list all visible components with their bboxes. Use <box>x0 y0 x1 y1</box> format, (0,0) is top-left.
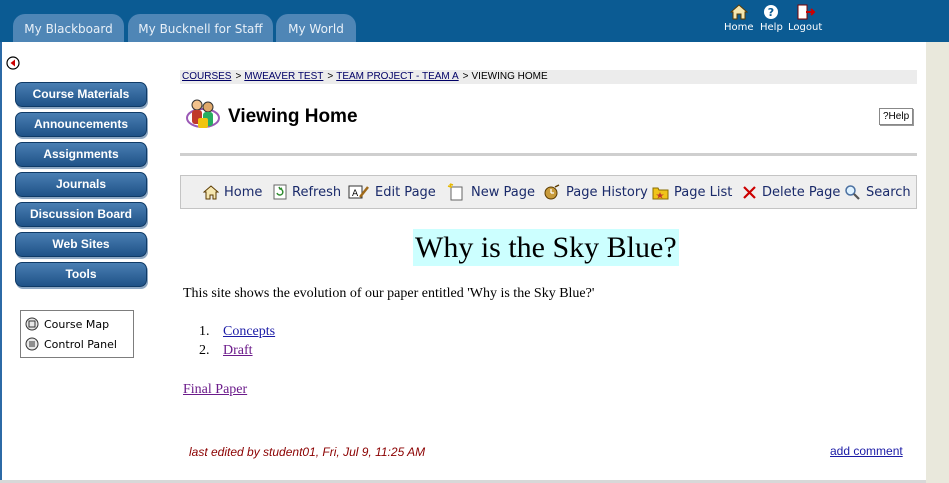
team-people-icon <box>186 99 220 128</box>
page-link-list: 1. Concepts 2. Draft <box>199 324 275 362</box>
wiki-refresh-label: Refresh <box>292 184 342 200</box>
breadcrumb: COURSES > MWEAVER TEST > TEAM PROJECT - TEAM… <box>180 70 917 84</box>
list-item-number: 2. <box>199 343 210 358</box>
nav-discussion-board-button[interactable]: Discussion Board <box>15 202 147 227</box>
nav-journals-button[interactable]: Journals <box>15 172 147 197</box>
home-icon <box>729 4 748 20</box>
wiki-home-label: Home <box>224 184 263 200</box>
wiki-page-list-button[interactable]: Page List <box>652 176 732 208</box>
course-map-icon <box>25 317 39 331</box>
help-icon: ? <box>764 5 779 19</box>
wiki-new-page-button[interactable]: New Page <box>446 176 535 208</box>
page-list-icon <box>652 187 669 199</box>
concepts-link[interactable]: Concepts <box>223 324 275 343</box>
nav-assignments-button[interactable]: Assignments <box>15 142 147 167</box>
collapse-menu-icon[interactable] <box>6 56 20 70</box>
top-home-link[interactable]: Home <box>724 4 754 33</box>
breadcrumb-current: VIEWING HOME <box>471 71 548 82</box>
svg-text:A: A <box>352 189 359 199</box>
tab-my-blackboard[interactable]: My Blackboard <box>13 14 124 42</box>
breadcrumb-course[interactable]: MWEAVER TEST <box>244 71 323 82</box>
svg-text:?: ? <box>768 6 774 19</box>
breadcrumb-courses[interactable]: COURSES <box>182 71 231 82</box>
intro-text: This site shows the evolution of our pap… <box>183 286 595 301</box>
final-paper-link[interactable]: Final Paper <box>183 382 247 398</box>
control-panel-label: Control Panel <box>44 337 117 351</box>
frame-right-border <box>926 42 949 483</box>
last-edited-info: last edited by student01, Fri, Jul 9, 11… <box>189 445 426 459</box>
wiki-refresh-button[interactable]: Refresh <box>273 176 341 208</box>
nav-announcements-button[interactable]: Announcements <box>15 112 147 137</box>
tab-my-world[interactable]: My World <box>276 14 356 42</box>
search-icon <box>845 185 860 200</box>
new-page-icon <box>447 183 463 201</box>
wiki-page-history-button[interactable]: Page History <box>543 176 648 208</box>
course-map-link[interactable]: Course Map <box>21 314 133 334</box>
list-item: 1. Concepts <box>199 324 275 343</box>
tab-my-bucknell-for-staff[interactable]: My Bucknell for Staff <box>128 14 273 42</box>
delete-icon <box>743 185 756 199</box>
logout-icon <box>797 4 816 20</box>
page-headline: Why is the Sky Blue? <box>413 229 679 266</box>
wiki-page-list-label: Page List <box>674 184 733 200</box>
control-panel-link[interactable]: Control Panel <box>21 334 133 354</box>
page-title: Viewing Home <box>228 106 358 127</box>
draft-link[interactable]: Draft <box>223 343 253 362</box>
wiki-home-button[interactable]: Home <box>203 176 262 208</box>
help-button[interactable]: ?Help <box>879 108 914 125</box>
refresh-icon <box>273 184 287 200</box>
control-panel-icon <box>25 337 39 351</box>
course-tools-box: Course Map Control Panel <box>20 310 134 358</box>
nav-web-sites-button[interactable]: Web Sites <box>15 232 147 257</box>
top-help-label: Help <box>760 22 783 33</box>
nav-course-materials-button[interactable]: Course Materials <box>15 82 147 107</box>
wiki-search-button[interactable]: Search <box>844 176 911 208</box>
list-item-number: 1. <box>199 324 210 339</box>
top-logout-link[interactable]: Logout <box>788 4 822 33</box>
top-help-link[interactable]: ? Help <box>760 4 783 33</box>
top-home-label: Home <box>724 22 754 33</box>
list-item: 2. Draft <box>199 343 275 362</box>
title-divider <box>180 153 917 156</box>
edit-page-icon: A <box>348 185 369 199</box>
top-logout-label: Logout <box>788 22 823 33</box>
wiki-edit-page-button[interactable]: A Edit Page <box>348 176 436 208</box>
wiki-new-page-label: New Page <box>471 184 535 200</box>
wiki-edit-page-label: Edit Page <box>375 184 436 200</box>
wiki-delete-page-label: Delete Page <box>762 184 841 200</box>
page-history-icon <box>544 184 560 200</box>
course-map-label: Course Map <box>44 317 110 331</box>
wiki-search-label: Search <box>866 184 911 200</box>
wiki-toolbar: Home Refresh A Edit Page New Page Page H… <box>180 175 917 209</box>
frame-left-border <box>0 42 2 483</box>
add-comment-link[interactable]: add comment <box>830 444 903 458</box>
home-icon <box>203 184 219 199</box>
nav-tools-button[interactable]: Tools <box>15 262 147 287</box>
breadcrumb-team[interactable]: TEAM PROJECT - TEAM A <box>336 71 458 82</box>
wiki-delete-page-button[interactable]: Delete Page <box>742 176 840 208</box>
wiki-page-history-label: Page History <box>566 184 648 200</box>
